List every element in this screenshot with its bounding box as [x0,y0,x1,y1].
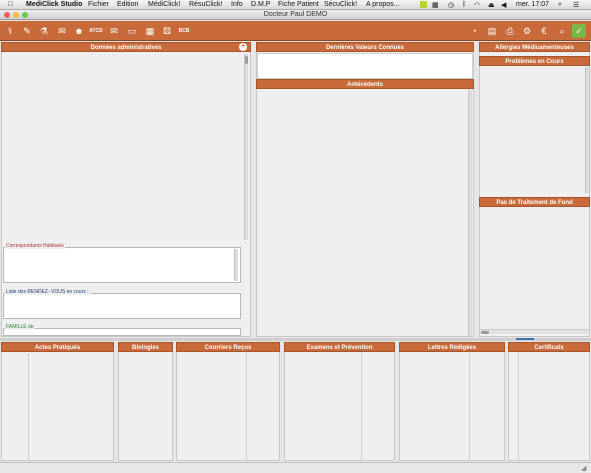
calendar-icon[interactable]: ▦ [143,24,157,38]
traitement-hscroll-thumb[interactable] [481,331,489,334]
lettres-panel [399,342,505,461]
problemes-scrollbar[interactable] [585,67,589,193]
lettres-column-divider [469,353,470,461]
menu-secuclick[interactable]: SécuClick! [324,1,357,8]
green-app-icon[interactable]: ✓ [572,24,586,38]
menu-apropos[interactable]: A propos... [366,1,399,8]
correspondants-box[interactable] [3,247,241,283]
donnees-administratives-header: Données administratives [1,42,251,52]
spotlight-icon[interactable]: ⌕ [558,1,562,9]
add-icon[interactable]: + [239,43,247,51]
minimize-window-button[interactable] [13,12,19,18]
menu-info[interactable]: Info [231,1,243,8]
search-card-icon[interactable]: ⌕ [555,24,569,38]
list-icon[interactable]: ☰ [573,1,579,9]
menu-clock[interactable]: mer. 17:07 [516,1,549,8]
microscope-icon[interactable]: ⚗ [37,24,51,38]
status-bar [0,462,591,473]
menu-fichier[interactable]: Fichier [88,1,109,8]
certificats-column-divider [518,353,519,461]
traitement-header: Pas de Traitement de Fond [479,197,590,207]
rdv-label: Liste des RENDEZ- VOUS en cours : [5,289,90,295]
menu-mediclick[interactable]: MédiClick! [148,1,180,8]
envelope-edit-icon[interactable]: ✉ [107,24,121,38]
wifi-icon[interactable]: ◠ [474,1,480,9]
menu-fiche-patient[interactable]: Fiche Patient [278,1,319,8]
print-icon[interactable]: ⎙ [503,24,517,38]
menu-resuclick[interactable]: RésuClick! [189,1,222,8]
famille-label: FAMILLE de [5,324,35,330]
menu-dmp[interactable]: D.M.P [251,1,270,8]
toolbar: ⚕ ✎ ⚗ ✉ ☻ ATCD ✉ ▭ ▦ ⚄ BCB ◔ ▤ ⎙ ⚙ € ⌕ ✓ [0,21,591,41]
examens-prevention-header: Examens et Prévention [284,342,395,352]
status-app-icon[interactable] [420,1,427,8]
monitor-icon[interactable]: ▭ [125,24,139,38]
window-title: Docteur Paul DEMO [0,10,591,20]
mail-icon[interactable]: ✉ [55,24,69,38]
dernieres-valeurs-area[interactable] [257,53,473,79]
left-scroll-thumb[interactable] [245,56,248,64]
syringe-icon[interactable]: ✎ [20,24,34,38]
bcb-button[interactable]: BCB [177,24,191,38]
menu-edition[interactable]: Edition [117,1,138,8]
courriers-column-divider [246,353,247,461]
right-panel [479,42,590,337]
lettres-redigees-header: Lettres Rédigées [399,342,505,352]
menu-app-name[interactable]: MediClick Studio [26,1,82,8]
clock-icon[interactable]: ◷ [448,1,454,9]
courriers-recus-header: Courriers Reçus [176,342,280,352]
euro-icon[interactable]: € [537,24,551,38]
splitter-indicator [516,338,534,340]
zoom-window-button[interactable] [22,12,28,18]
correspondants-scrollbar[interactable] [234,249,238,281]
resize-grip-icon[interactable]: ◢ [581,464,586,472]
certificats-header: Certificats [508,342,590,352]
document-icon[interactable]: ▤ [485,24,499,38]
menu-bar:  MediClick Studio Fichier Edition MédiC… [0,0,591,10]
eject-icon[interactable]: ⏏ [488,1,495,9]
timer-icon[interactable]: ◔ [467,24,481,38]
horizontal-splitter[interactable] [0,338,591,341]
actes-panel [1,342,114,461]
actes-column-divider [28,353,29,461]
apple-icon[interactable]:  [8,1,13,8]
problemes-header: Problèmes en Cours [479,56,590,66]
antecedents-scrollbar[interactable] [468,90,472,336]
allergies-header: Allergies Médicamenteuses [479,42,590,52]
dice-icon[interactable]: ⚄ [160,24,174,38]
rdv-box[interactable] [3,293,241,319]
atcd-button[interactable]: ATCD [89,24,103,38]
display-icon[interactable]: ▦ [432,1,439,9]
traitement-hscrollbar[interactable] [480,329,589,334]
close-window-button[interactable] [4,12,10,18]
antecedents-header: Antécédents [256,79,474,89]
actes-pratiques-header: Actes Pratiqués [1,342,114,352]
examens-panel [284,342,395,461]
correspondants-label: Correspondants Habituels [5,243,65,249]
dernieres-valeurs-header: Dernières Valeurs Connues [256,42,474,52]
biologies-header: Biologies [118,342,173,352]
biologies-panel [118,342,173,461]
examens-column-divider [361,353,362,461]
left-scrollbar[interactable] [244,54,248,240]
famille-box[interactable] [3,328,241,336]
stethoscope-icon[interactable]: ⚕ [3,24,17,38]
patients-icon[interactable]: ☻ [72,24,86,38]
volume-icon[interactable]: ◀ [501,1,506,9]
courriers-panel [176,342,280,461]
certificats-panel [508,342,590,461]
bluetooth-icon[interactable]: ᛒ [462,1,466,8]
settings-icon[interactable]: ⚙ [520,24,534,38]
